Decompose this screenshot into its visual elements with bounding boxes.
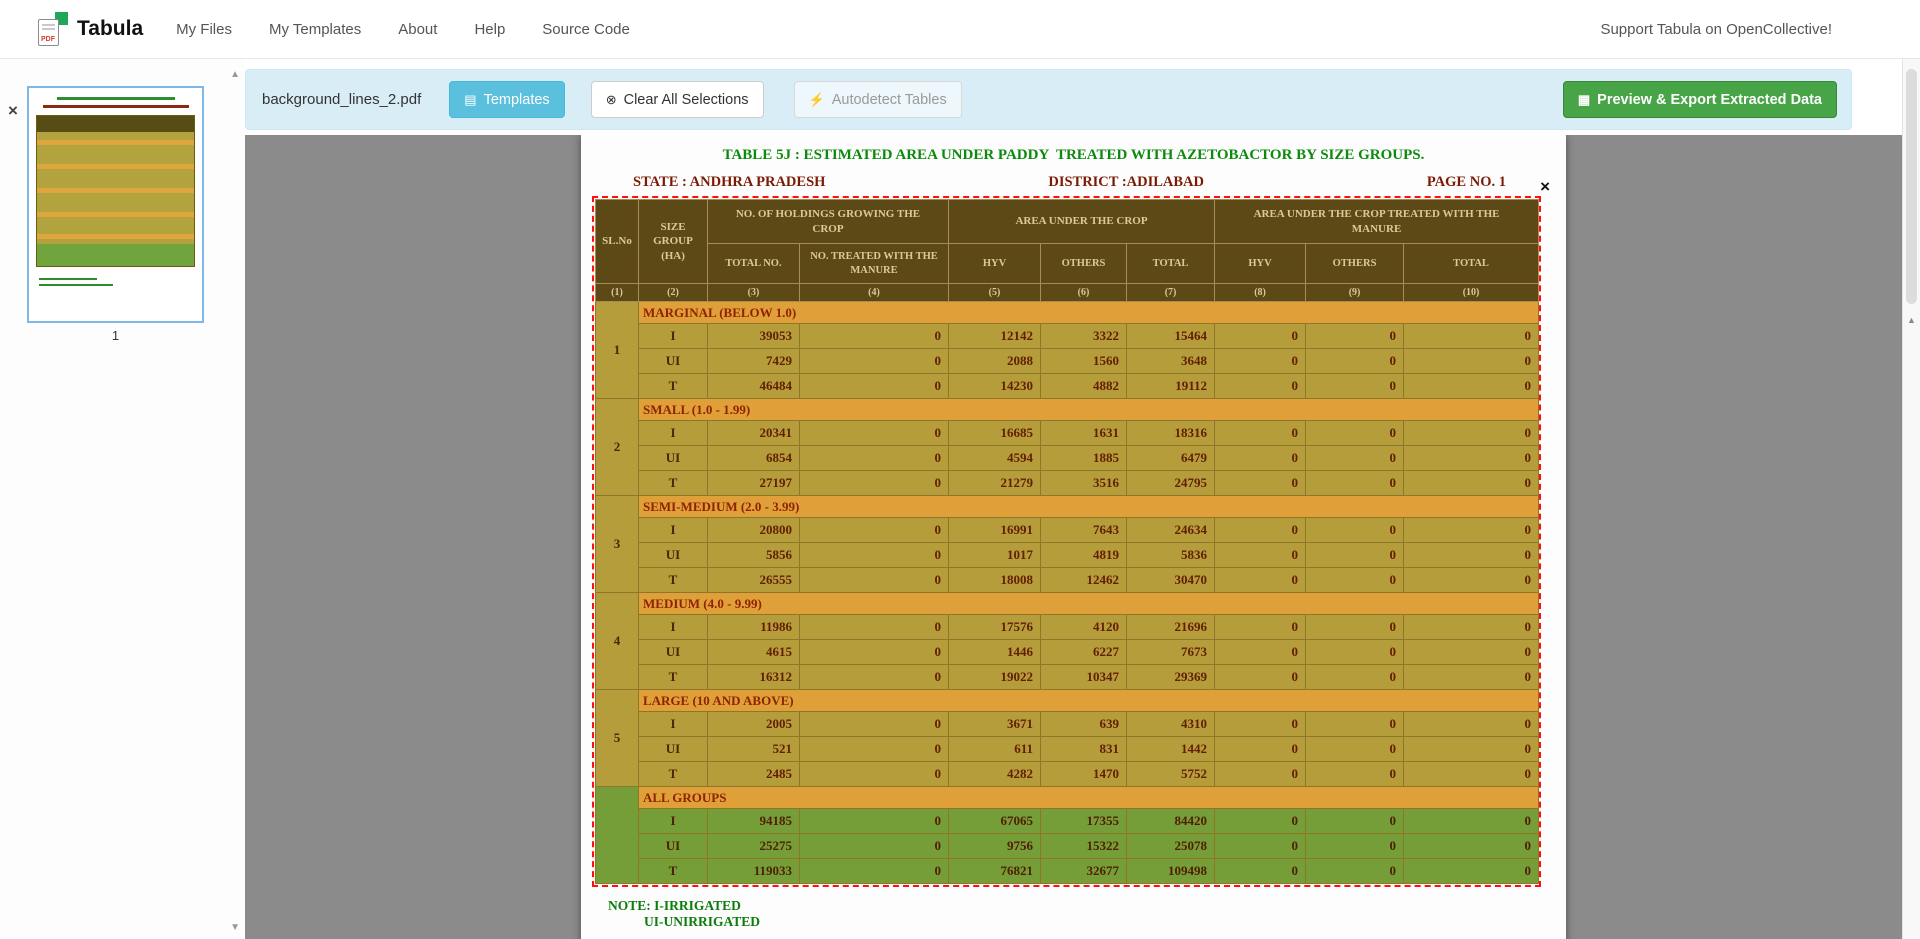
menu-item-help[interactable]: Help bbox=[474, 21, 505, 38]
preview-export-button[interactable]: ▦ Preview & Export Extracted Data bbox=[1563, 81, 1837, 118]
brand-title: Tabula bbox=[77, 17, 143, 41]
thumb-title-line bbox=[57, 97, 175, 100]
logo-pdf-text: PDF bbox=[41, 36, 55, 43]
clear-all-selections-button[interactable]: ⊗ Clear All Selections bbox=[591, 81, 764, 118]
sidebar: × 1 ▲ ▼ bbox=[0, 59, 245, 939]
export-icon: ▦ bbox=[1578, 93, 1590, 106]
logo-line bbox=[42, 24, 55, 26]
content-area: × 1 ▲ ▼ background_lines_2.pdf ▤ bbox=[0, 59, 1920, 939]
thumb-band bbox=[37, 164, 194, 169]
thumb-band bbox=[37, 212, 194, 217]
autodetect-button-label: Autodetect Tables bbox=[832, 92, 947, 108]
thumb-meta-line bbox=[43, 105, 189, 108]
thumb-green-section bbox=[37, 244, 194, 266]
state-label: STATE : ANDHRA PRADESH bbox=[633, 174, 825, 191]
menu-item-my-files[interactable]: My Files bbox=[176, 21, 232, 38]
page-thumbnail[interactable] bbox=[27, 86, 204, 323]
menu-item-my-templates[interactable]: My Templates bbox=[269, 21, 361, 38]
support-link[interactable]: Support Tabula on OpenCollective! bbox=[1600, 21, 1832, 38]
document-note-line: NOTE: I-IRRIGATED bbox=[608, 898, 1566, 914]
document-meta-row: STATE : ANDHRA PRADESH DISTRICT :ADILABA… bbox=[633, 174, 1506, 191]
document-title: TABLE 5J : ESTIMATED AREA UNDER PADDY TR… bbox=[581, 147, 1566, 164]
toolbar: background_lines_2.pdf ▤ Templates ⊗ Cle… bbox=[245, 69, 1852, 130]
templates-button[interactable]: ▤ Templates bbox=[449, 81, 564, 118]
filename-label: background_lines_2.pdf bbox=[262, 91, 421, 108]
remove-selection-button[interactable]: × bbox=[1540, 177, 1550, 197]
sidebar-scroll-up-icon[interactable]: ▲ bbox=[230, 69, 240, 80]
thumb-band bbox=[37, 234, 194, 239]
page-number-label: 1 bbox=[27, 328, 204, 343]
templates-icon: ▤ bbox=[464, 93, 476, 106]
district-label: DISTRICT :ADILABAD bbox=[1048, 174, 1204, 191]
menu-item-about[interactable]: About bbox=[398, 21, 437, 38]
table-region: SL.No SIZE GROUP (HA) NO. OF HOLDINGS GR… bbox=[595, 199, 1538, 884]
vertical-scrollbar[interactable]: ▲ bbox=[1902, 59, 1920, 939]
remove-page-button[interactable]: × bbox=[8, 101, 18, 121]
thumb-note-line bbox=[39, 284, 113, 286]
sidebar-scroll-down-icon[interactable]: ▼ bbox=[230, 922, 240, 933]
thumb-band bbox=[37, 188, 194, 193]
document-note-line: UI-UNIRRIGATED bbox=[644, 914, 1566, 930]
thumb-table-header bbox=[37, 116, 194, 132]
table-selection-box[interactable] bbox=[592, 196, 1541, 887]
autodetect-icon: ⚡ bbox=[809, 93, 825, 106]
thumb-table bbox=[36, 115, 195, 267]
clear-button-label: Clear All Selections bbox=[624, 92, 749, 108]
logo-line bbox=[42, 28, 55, 30]
pdf-page[interactable]: TABLE 5J : ESTIMATED AREA UNDER PADDY TR… bbox=[581, 135, 1566, 939]
menu-item-source-code[interactable]: Source Code bbox=[542, 21, 630, 38]
thumb-note-line bbox=[39, 278, 97, 280]
scrollbar-thumb[interactable] bbox=[1906, 69, 1917, 304]
export-button-label: Preview & Export Extracted Data bbox=[1597, 92, 1822, 108]
navbar: PDF Tabula My Files My Templates About H… bbox=[0, 0, 1920, 59]
main-panel: background_lines_2.pdf ▤ Templates ⊗ Cle… bbox=[245, 59, 1902, 939]
logo-page-shape: PDF bbox=[38, 19, 59, 46]
brand-link[interactable]: PDF Tabula bbox=[38, 12, 143, 46]
pdf-canvas[interactable]: TABLE 5J : ESTIMATED AREA UNDER PADDY TR… bbox=[245, 135, 1902, 939]
autodetect-tables-button[interactable]: ⚡ Autodetect Tables bbox=[794, 81, 962, 118]
templates-button-label: Templates bbox=[484, 92, 550, 108]
app-logo-icon: PDF bbox=[38, 12, 68, 46]
page-no-label: PAGE NO. 1 bbox=[1427, 174, 1506, 191]
main-menu: My Files My Templates About Help Source … bbox=[176, 21, 667, 38]
thumb-band bbox=[37, 140, 194, 145]
clear-icon: ⊗ bbox=[606, 93, 617, 106]
scrollbar-up-icon[interactable]: ▲ bbox=[1907, 315, 1916, 325]
